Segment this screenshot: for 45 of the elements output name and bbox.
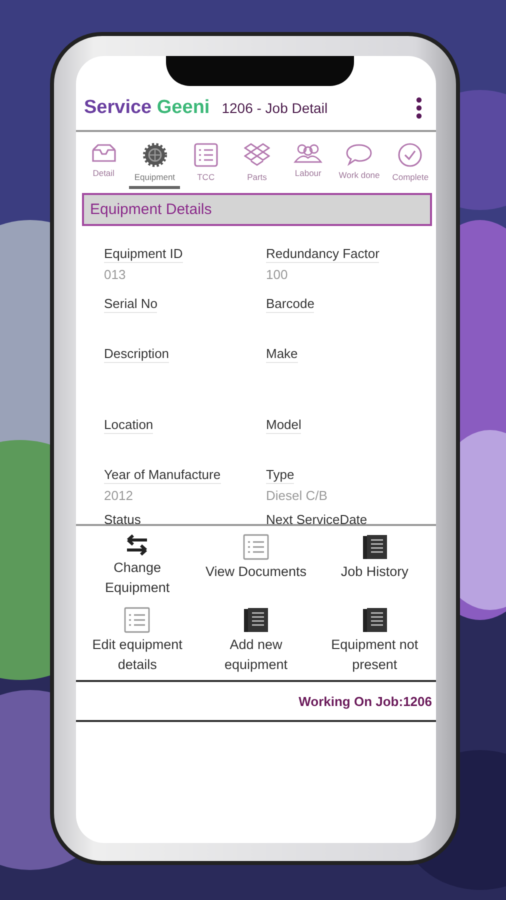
boxes-icon [244, 142, 270, 168]
section-header: Equipment Details [82, 193, 432, 226]
action-button[interactable]: Equipment not present [315, 607, 434, 680]
field-label: Serial No [104, 296, 158, 313]
tab[interactable]: Work done [334, 142, 385, 189]
book-icon [242, 607, 269, 633]
field-label: Status [104, 512, 141, 524]
action-button[interactable]: Edit equipment details [78, 607, 197, 680]
list-icon [242, 534, 269, 560]
field-label: Year of Manufacture [104, 467, 221, 484]
field-label: Model [266, 417, 302, 434]
field-label: Location [104, 417, 154, 434]
check-circle-icon [397, 142, 424, 168]
gear-icon [142, 142, 168, 168]
field-label: Redundancy Factor [266, 246, 380, 263]
field-label: Next ServiceDate [266, 512, 368, 524]
field-label: Barcode [266, 296, 314, 313]
page-title: 1206 - Job Detail [222, 100, 329, 116]
tab[interactable]: Detail [78, 142, 130, 189]
action-button[interactable]: Change Equipment [78, 534, 197, 603]
tab[interactable]: TCC [180, 142, 232, 189]
field-label: Equipment ID [104, 246, 183, 263]
list-icon [124, 607, 150, 633]
list-icon [192, 142, 219, 168]
book-icon [362, 534, 388, 560]
more-menu-icon[interactable] [416, 97, 422, 119]
field-label: Description [104, 346, 170, 363]
book-icon [362, 607, 388, 633]
action-button[interactable]: Job History [315, 534, 434, 603]
field-value: 100 [266, 267, 288, 282]
app-logo: Service Geeni [84, 97, 210, 119]
field-value: 2012 [104, 488, 133, 503]
tab[interactable]: Complete [384, 142, 436, 189]
people-icon [293, 142, 324, 164]
action-button[interactable]: Add new equipment [196, 607, 316, 680]
field-label: Make [266, 346, 298, 363]
field-value: 013 [104, 267, 126, 282]
tab[interactable]: Labour [282, 142, 334, 189]
tab[interactable]: Equipment [129, 142, 180, 189]
speech-bubble-icon [345, 142, 374, 166]
action-button[interactable]: View Documents [196, 534, 316, 603]
field-value: Diesel C/B [266, 488, 328, 503]
tab[interactable]: Parts [231, 142, 283, 189]
status-text: Working On Job:1206 [298, 694, 432, 708]
field-label: Type [266, 467, 294, 484]
